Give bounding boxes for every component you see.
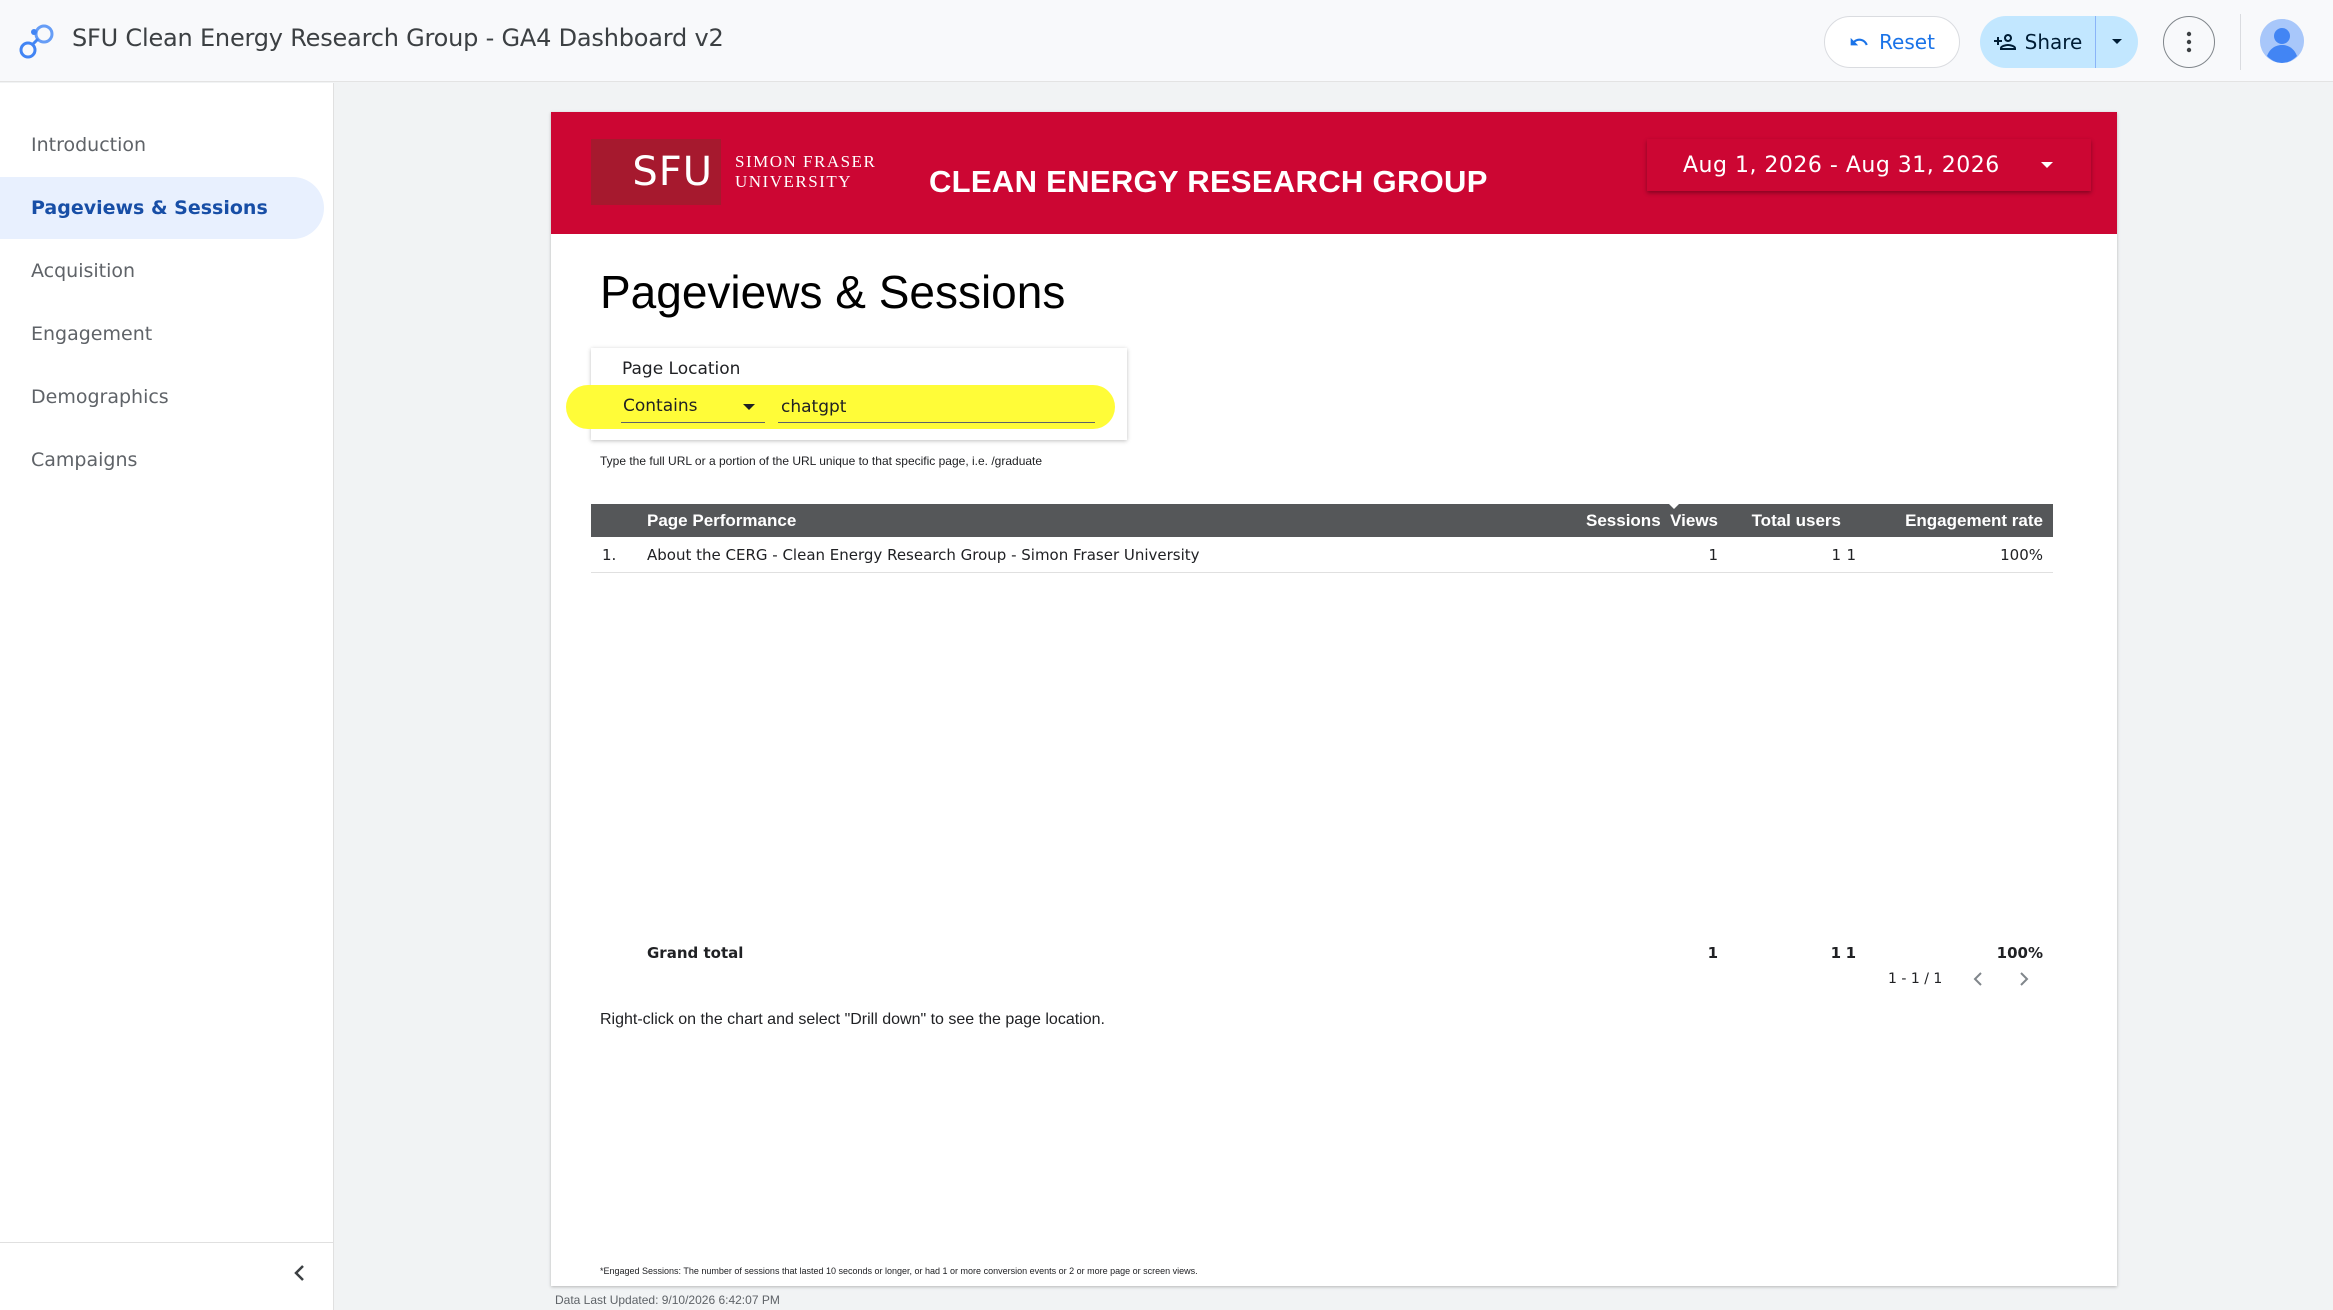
sfu-logo-line2: UNIVERSITY [735, 172, 852, 191]
row-engagement-rate: 100% [2000, 546, 2043, 564]
report-header: SFU SIMON FRASER UNIVERSITY CLEAN ENERGY… [551, 112, 2117, 234]
table-pagination: 1 - 1 / 1 [1888, 969, 2034, 989]
page-performance-table[interactable]: Page Performance Views Sessions Total us… [591, 504, 2053, 968]
sidebar-item-label: Demographics [31, 386, 169, 408]
row-total-users: 1 [1831, 546, 1841, 564]
grand-total-users: 1 [1830, 944, 1841, 962]
data-last-updated: Data Last Updated: 9/10/2026 6:42:07 PM [555, 1293, 780, 1307]
reset-button[interactable]: Reset [1824, 16, 1960, 68]
sfu-logo-line1: SIMON FRASER [735, 152, 877, 171]
pagination-status: 1 - 1 / 1 [1888, 971, 1943, 987]
filter-hint: Type the full URL or a portion of the UR… [600, 454, 1043, 468]
column-header-sessions[interactable]: Sessions [1586, 504, 1679, 537]
table-row[interactable]: 1. About the CERG - Clean Energy Researc… [591, 537, 2053, 573]
share-button-group: Share [1980, 16, 2138, 68]
row-views: 1 [1708, 546, 1718, 564]
column-header-total-users[interactable]: Total users [1752, 504, 1841, 537]
chevron-left-icon [294, 1265, 304, 1281]
sidebar-item-label: Campaigns [31, 449, 138, 471]
sidebar-item-demographics[interactable]: Demographics [0, 366, 324, 428]
add-person-icon [1993, 34, 2016, 50]
sidebar-item-label: Pageviews & Sessions [31, 197, 268, 219]
report-title[interactable]: SFU Clean Energy Research Group - GA4 Da… [72, 24, 724, 52]
sidebar-item-acquisition[interactable]: Acquisition [0, 240, 324, 302]
grand-total-label: Grand total [647, 944, 744, 962]
sfu-logo: SFU SIMON FRASER UNIVERSITY [591, 138, 881, 206]
date-range-picker[interactable]: Aug 1, 2026 - Aug 31, 2026 [1647, 139, 2091, 191]
table-header: Page Performance Views Sessions Total us… [591, 504, 2053, 537]
sidebar-item-label: Acquisition [31, 260, 136, 282]
chevron-right-icon [2020, 972, 2029, 986]
undo-icon [1850, 37, 1868, 46]
column-header-page[interactable]: Page Performance [647, 504, 796, 537]
group-title: CLEAN ENERGY RESEARCH GROUP [929, 164, 1488, 199]
next-page-button[interactable] [2014, 969, 2034, 989]
looker-studio-logo-icon[interactable] [18, 22, 56, 60]
more-vert-icon [2186, 31, 2192, 53]
filter-operator-select[interactable]: Contains [621, 391, 765, 423]
share-label: Share [2024, 30, 2083, 54]
sfu-logo-mark: SFU [591, 139, 721, 205]
grand-total-rate: 100% [1996, 944, 2043, 962]
toolbar-divider [2240, 14, 2241, 70]
drill-down-note: Right-click on the chart and select "Dri… [600, 1011, 1105, 1028]
previous-page-button[interactable] [1968, 969, 1988, 989]
account-icon [2260, 19, 2304, 63]
sidebar-item-label: Introduction [31, 134, 147, 156]
row-page-title: About the CERG - Clean Energy Research G… [647, 546, 1200, 564]
engaged-sessions-footnote: *Engaged Sessions: The number of session… [600, 1266, 1198, 1276]
page-navigation-sidebar: Introduction Pageviews & Sessions Acquis… [0, 83, 334, 1310]
row-sessions: 1 [1846, 546, 1856, 564]
filter-label: Page Location [622, 359, 741, 379]
caret-down-icon [743, 404, 755, 410]
date-range-value: Aug 1, 2026 - Aug 31, 2026 [1683, 152, 2000, 178]
share-dropdown-button[interactable] [2096, 16, 2138, 68]
grand-total-sessions: 1 [1845, 944, 1856, 962]
reset-label: Reset [1879, 30, 1935, 54]
sidebar-item-pageviews-sessions[interactable]: Pageviews & Sessions [0, 177, 324, 239]
sfu-logo-text: SIMON FRASER UNIVERSITY [735, 152, 876, 192]
sidebar-item-engagement[interactable]: Engagement [0, 303, 324, 365]
chevron-left-icon [1973, 972, 1983, 986]
column-header-sessions-label: Sessions [1586, 511, 1661, 530]
report-canvas: SFU SIMON FRASER UNIVERSITY CLEAN ENERGY… [551, 112, 2117, 1286]
more-options-button[interactable] [2163, 16, 2215, 68]
grand-total-row: Grand total 1 1 1 100% [591, 938, 2053, 968]
avatar[interactable] [2260, 19, 2304, 63]
grand-total-views: 1 [1707, 944, 1718, 962]
collapse-sidebar-button[interactable] [284, 1258, 314, 1288]
top-bar: SFU Clean Energy Research Group - GA4 Da… [0, 0, 2333, 82]
sidebar-item-label: Engagement [31, 323, 153, 345]
caret-down-icon [2112, 39, 2122, 44]
filter-operator-value: Contains [623, 396, 698, 416]
row-index: 1. [602, 546, 617, 564]
share-button[interactable]: Share [1980, 16, 2096, 68]
filter-value-input[interactable] [778, 391, 1095, 423]
column-header-engagement-rate[interactable]: Engagement rate [1905, 504, 2043, 537]
sort-descending-icon [1668, 504, 1679, 509]
page-title: Pageviews & Sessions [600, 266, 1066, 318]
sidebar-item-introduction[interactable]: Introduction [0, 114, 324, 176]
caret-down-icon [2041, 162, 2053, 168]
sidebar-item-campaigns[interactable]: Campaigns [0, 429, 324, 491]
sidebar-divider [0, 1242, 334, 1243]
